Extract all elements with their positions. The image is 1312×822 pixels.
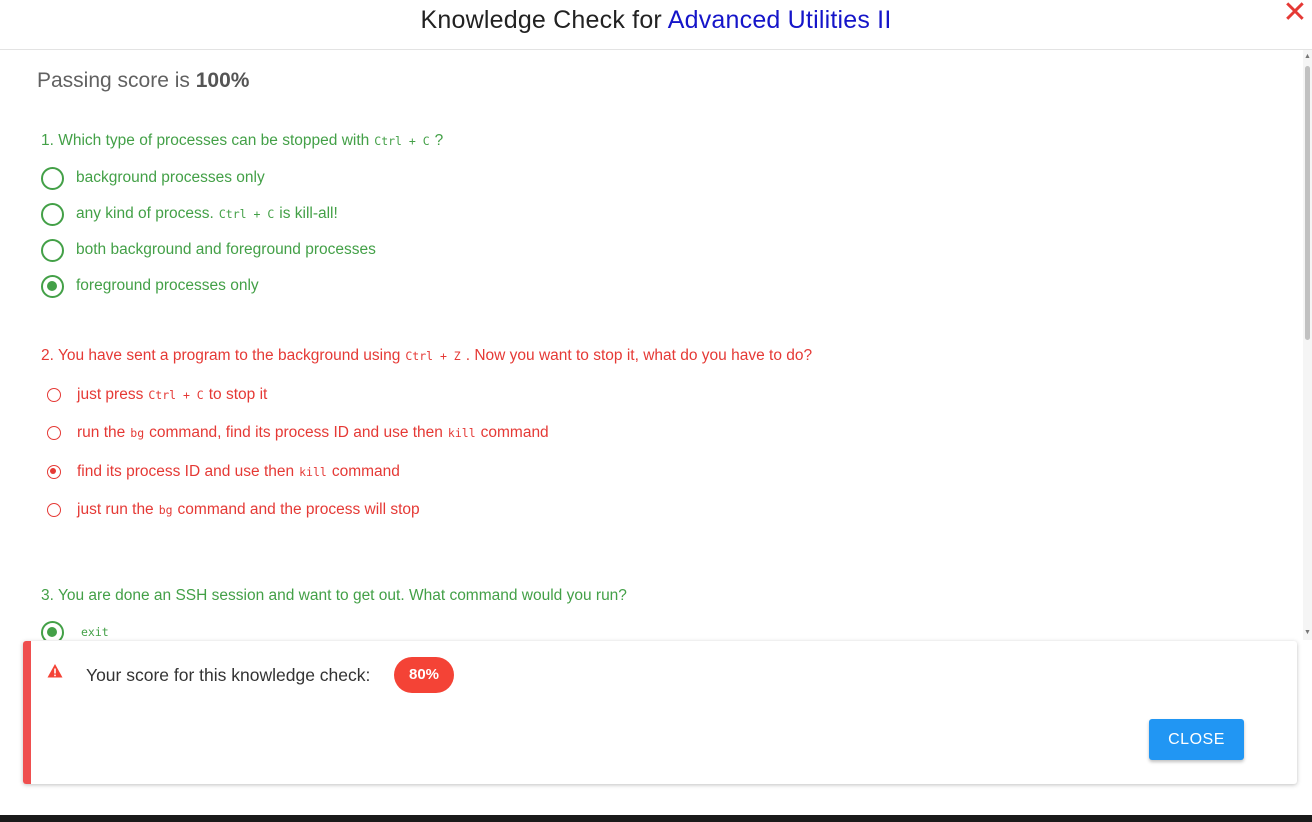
option-label: both background and foreground processes (76, 241, 376, 258)
course-link[interactable]: Advanced Utilities II (668, 6, 892, 34)
radio-button-selected[interactable] (41, 274, 64, 298)
scroll-down-arrow-icon[interactable]: ▼ (1303, 628, 1312, 638)
quiz-content: Passing score is 100% 1. Which type of p… (0, 50, 1302, 640)
option-label: just press (77, 386, 144, 403)
radio-button-selected[interactable] (41, 620, 64, 640)
title-prefix: Knowledge Check for (420, 6, 662, 34)
option-label: background processes only (76, 169, 265, 186)
radio-button[interactable] (47, 503, 61, 517)
option-label-end: to stop it (208, 386, 268, 403)
score-panel-accent (23, 641, 31, 784)
q2-option-4[interactable]: just run the bg command and the process wi… (41, 498, 420, 522)
q1-option-3[interactable]: both background and foreground processes (41, 238, 376, 262)
radio-button[interactable] (47, 388, 61, 402)
score-badge: 80% (394, 657, 454, 693)
option-code: exit (81, 625, 109, 639)
q2-option-3[interactable]: find its process ID and use then kill comm… (41, 460, 400, 484)
score-label: Your score for this knowledge check: (86, 665, 371, 685)
dialog-header: Knowledge Check for Advanced Utilities I… (0, 0, 1312, 50)
question-2-code: Ctrl + Z (405, 349, 461, 363)
option-code: Ctrl + C (218, 207, 275, 221)
option-label: any kind of process. (76, 205, 214, 222)
question-2-end: . Now you want to stop it, what do you h… (465, 347, 813, 364)
q1-option-2[interactable]: any kind of process. Ctrl + C is kill-all! (41, 202, 338, 226)
dialog-title: Knowledge Check for Advanced Utilities I… (0, 6, 1312, 35)
q2-option-1[interactable]: just press Ctrl + C to stop it (41, 383, 267, 407)
question-2-text: 2. You have sent a program to the backgr… (41, 347, 401, 364)
radio-button-selected[interactable] (47, 465, 61, 479)
question-3-text: 3. You are done an SSH session and want … (41, 587, 627, 604)
score-panel: Your score for this knowledge check: 80%… (23, 641, 1297, 784)
option-code: kill (299, 465, 327, 479)
passing-score-value: 100% (195, 69, 250, 92)
option-label: foreground processes only (76, 277, 259, 294)
question-3: 3. You are done an SSH session and want … (41, 587, 627, 605)
question-1-code: Ctrl + C (374, 134, 430, 148)
passing-score-label: Passing score is (37, 69, 190, 92)
option-label-end: command and the process will stop (177, 501, 420, 518)
scroll-up-arrow-icon[interactable]: ▲ (1303, 52, 1312, 62)
option-label-mid: command, find its process ID and use the… (149, 424, 443, 441)
option-label: run the (77, 424, 126, 441)
question-2: 2. You have sent a program to the backgr… (41, 347, 812, 365)
scrollbar-thumb[interactable] (1305, 66, 1310, 340)
close-button[interactable]: CLOSE (1149, 719, 1244, 760)
radio-button[interactable] (41, 238, 64, 262)
q1-option-1[interactable]: background processes only (41, 166, 265, 190)
option-code: Ctrl + C (148, 388, 204, 402)
passing-score: Passing score is 100% (37, 69, 249, 93)
option-label-end: is kill-all! (279, 205, 338, 222)
q3-option-1[interactable]: exit (41, 620, 114, 640)
q2-option-2[interactable]: run the bg command, find its process ID an… (41, 421, 549, 445)
bottom-edge (0, 815, 1312, 822)
option-label-end: command (480, 424, 549, 441)
option-code: bg (130, 426, 145, 440)
option-label: find its process ID and use then (77, 463, 295, 480)
radio-button[interactable] (41, 202, 64, 226)
option-code: bg (158, 503, 173, 517)
radio-button[interactable] (41, 166, 64, 190)
option-label: just run the (77, 501, 154, 518)
warning-icon (47, 664, 63, 678)
question-1-end: ? (434, 132, 444, 149)
question-1: 1. Which type of processes can be stoppe… (41, 132, 443, 150)
radio-button[interactable] (47, 426, 61, 440)
q1-option-4[interactable]: foreground processes only (41, 274, 259, 298)
option-code-2: kill (447, 426, 476, 440)
scrollbar[interactable]: ▲ ▼ (1303, 50, 1312, 640)
option-label-end: command (331, 463, 400, 480)
close-icon[interactable]: ✕ (1280, 0, 1310, 28)
question-1-text: 1. Which type of processes can be stoppe… (41, 132, 370, 149)
